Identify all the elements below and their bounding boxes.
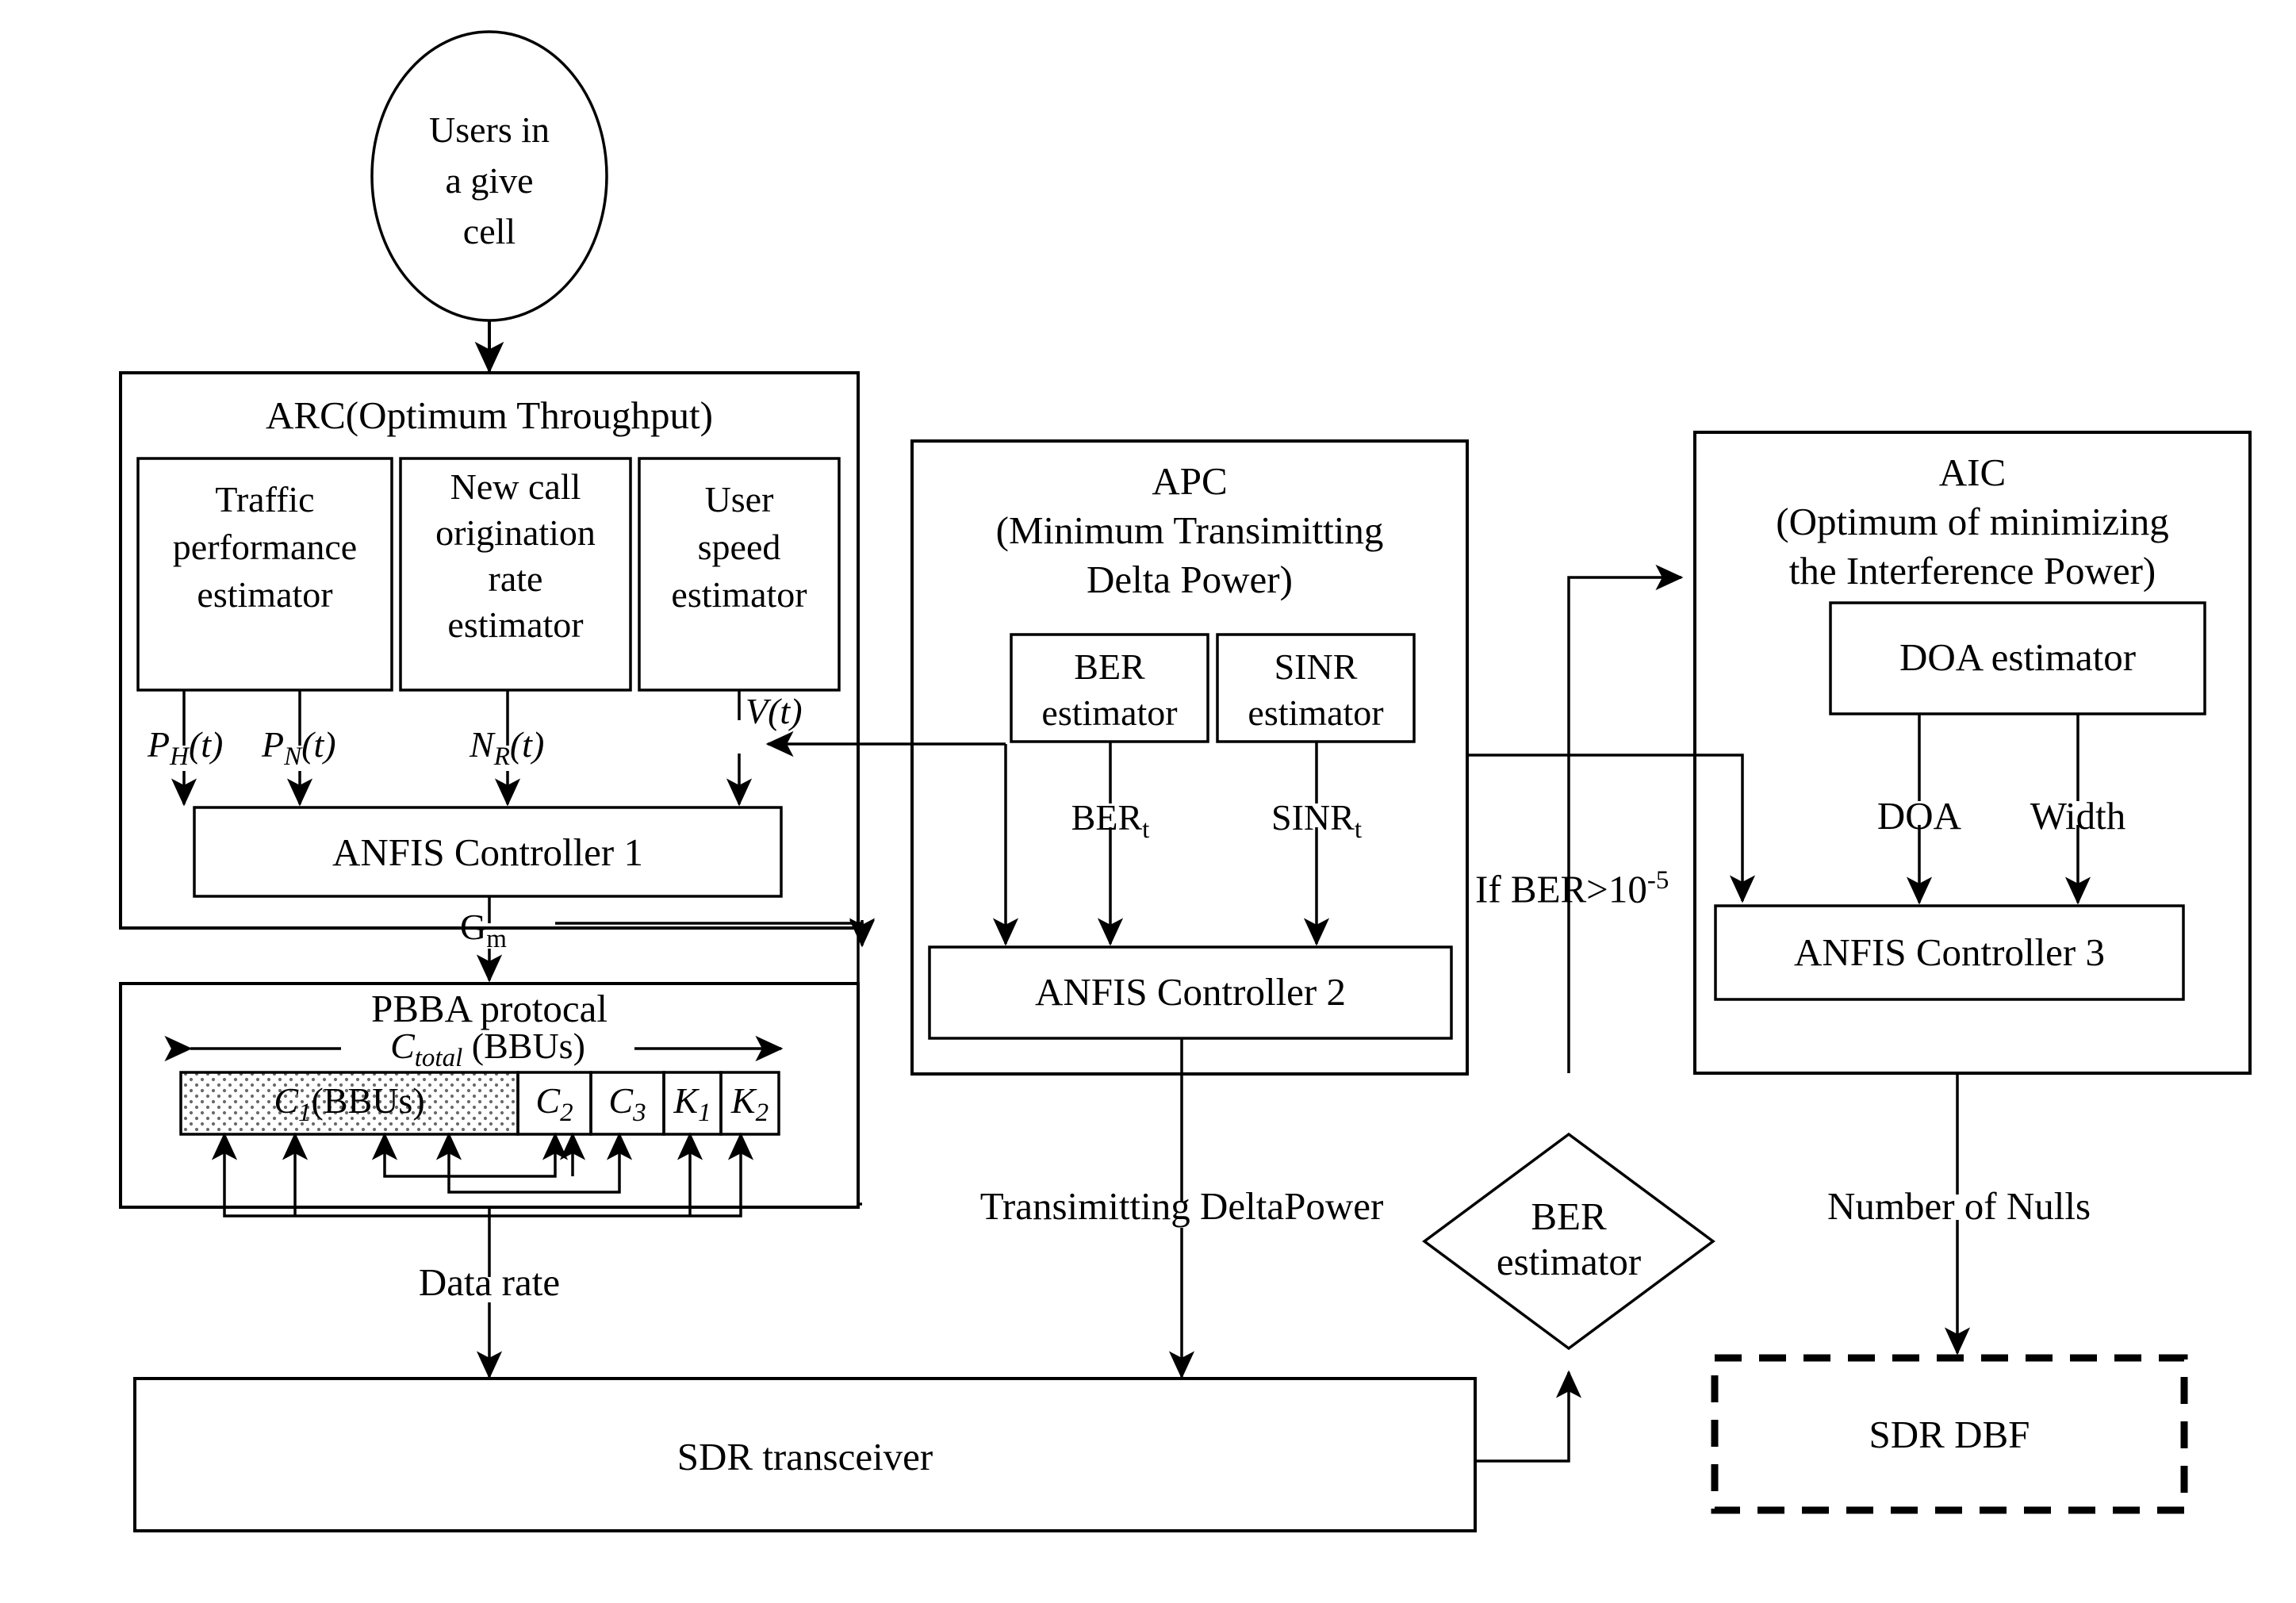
ber-estimator-diamond-label: BER estimator [1496, 1195, 1642, 1283]
edge-apc-to-aic [1567, 564, 1684, 1073]
signal-ber-t-label: BERt [1071, 797, 1150, 845]
signal-delta-power-label: Transimitting DeltaPower [979, 1184, 1384, 1228]
diagram-canvas: Users in a give cell ARC(Optimum Through… [0, 0, 2296, 1603]
aic-title: AIC (Optimum of minimizing the Interfere… [1776, 451, 2169, 592]
apc-title: APC (Minimum Transimitting Delta Power) [995, 459, 1384, 601]
edge-sdr-to-ber-diamond [1475, 1370, 1582, 1463]
pbba-segment-c2-label: C2 [535, 1080, 573, 1128]
signal-gm-label: Gm [460, 907, 507, 954]
source-node-label: Users in a give cell [428, 109, 550, 251]
pbba-ctotal-label: Ctotal (BBUs) [390, 1026, 585, 1073]
doa-estimator-label: DOA estimator [1899, 635, 2137, 679]
signal-nr-label: NR(t) [470, 724, 545, 772]
signal-data-rate-label: Data rate [418, 1260, 561, 1304]
signal-ph-label: PH(t) [148, 724, 224, 772]
condition-label: If BER>10-5 [1475, 866, 1669, 911]
signal-doa-label: DOA [1876, 794, 1962, 838]
sdr-transceiver-label: SDR transceiver [677, 1435, 933, 1478]
pbba-segment-c1-label: C1(BBUs) [274, 1080, 425, 1128]
edge-gm-branch [555, 922, 864, 944]
pbba-feedback-arrows [211, 1132, 754, 1160]
anfis-controller-3-label: ANFIS Controller 3 [1794, 930, 2105, 974]
anfis-controller-1-label: ANFIS Controller 1 [332, 830, 643, 874]
pbba-segment-k1-label: K1 [673, 1080, 711, 1128]
signal-number-of-nulls-label: Number of Nulls [1826, 1184, 2091, 1228]
signal-sinr-t-label: SINRt [1271, 797, 1362, 845]
signal-pn-label: PN(t) [262, 724, 336, 772]
signal-vt-label: V(t) [746, 691, 803, 731]
new-call-origination-rate-estimator-label: New call origination rate estimator [435, 466, 596, 645]
pbba-segment-k2-label: K2 [730, 1080, 769, 1128]
pbba-link-a [383, 1158, 557, 1178]
sinr-estimator-label: SINR estimator [1248, 646, 1384, 733]
signal-width-label: Width [2030, 794, 2126, 838]
ber-estimator-label: BER estimator [1041, 646, 1178, 733]
traffic-performance-estimator-label: Traffic performance estimator [172, 479, 358, 615]
user-speed-estimator-label: User speed estimator [671, 479, 807, 615]
sdr-dbf-label: SDR DBF [1869, 1413, 2030, 1456]
arc-title: ARC(Optimum Throughput) [266, 393, 713, 437]
anfis-controller-2-label: ANFIS Controller 2 [1035, 970, 1346, 1014]
pbba-segment-c3-label: C3 [608, 1080, 646, 1128]
